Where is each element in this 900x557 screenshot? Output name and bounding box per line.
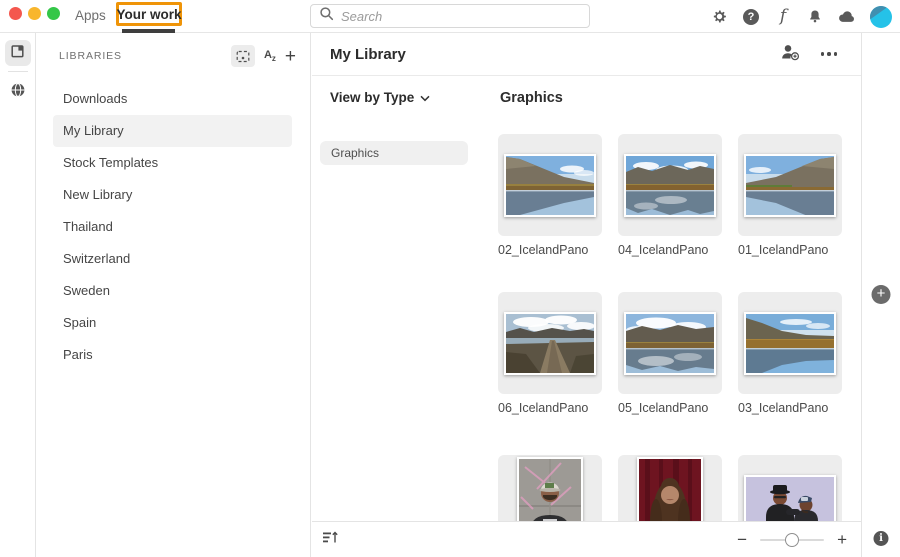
item-label: 03_IcelandPano [738,401,842,415]
creative-cloud-app-window: Apps Your work ? f [0,0,900,557]
help-icon[interactable]: ? [742,8,760,26]
sidebar-item-downloads[interactable]: Downloads [53,83,292,115]
sidebar-item-paris[interactable]: Paris [53,339,292,371]
thumbnail-iceland-pano-06 [504,312,596,375]
add-library-button[interactable]: + [285,47,296,66]
sidebar-item-switzerland[interactable]: Switzerland [53,243,292,275]
thumbnail-iceland-pano-02 [504,154,596,217]
sidebar-item-stock-templates[interactable]: Stock Templates [53,147,292,179]
library-title: My Library [330,46,406,63]
sidebar-item-spain[interactable]: Spain [53,307,292,339]
invite-collaborators-icon[interactable] [780,43,801,66]
library-item-card[interactable]: 04_IcelandPano [618,134,722,257]
thumbnail-iceland-pano-04 [624,154,716,217]
thumbnail-iceland-pano-05 [624,312,716,375]
chevron-down-icon [420,90,430,105]
library-main-panel: My Library View by Type Graphics Graphic… [312,33,861,557]
active-tab-underline [122,29,175,33]
view-by-dropdown[interactable]: View by Type [330,90,430,105]
item-label: 04_IcelandPano [618,243,722,257]
title-bar: Apps Your work ? f [0,0,900,33]
sidebar-item-my-library[interactable]: My Library [53,115,292,147]
type-filter-graphics[interactable]: Graphics [320,141,468,165]
bottom-toolbar: − + [312,521,861,557]
library-item-card[interactable]: 02_IcelandPano [498,134,602,257]
panel-view-toggle-button[interactable] [231,45,255,67]
search-icon [319,6,334,26]
item-label: 05_IcelandPano [618,401,722,415]
zoom-out-button[interactable]: − [737,531,747,548]
item-label: 01_IcelandPano [738,243,842,257]
close-window-button[interactable] [9,7,22,20]
minimize-window-button[interactable] [28,7,41,20]
item-label: 02_IcelandPano [498,243,602,257]
annotation-highlight-box: Your work [116,2,182,26]
library-item-card[interactable]: 03_IcelandPano [738,292,842,415]
library-item-card[interactable]: 05_IcelandPano [618,292,722,415]
tab-your-work[interactable]: Your work [117,7,182,22]
sidebar-item-new-library[interactable]: New Library [53,179,292,211]
settings-gear-icon[interactable] [710,8,728,26]
more-options-icon[interactable] [821,52,838,56]
slider-knob[interactable] [785,533,799,547]
library-header: My Library [312,33,861,76]
adobe-fonts-icon[interactable]: f [774,8,792,26]
sidebar-item-thailand[interactable]: Thailand [53,211,292,243]
sort-az-button[interactable]: Az [264,49,276,63]
zoom-in-button[interactable]: + [837,531,847,548]
tab-apps[interactable]: Apps [75,0,106,32]
item-label: 06_IcelandPano [498,401,602,415]
sort-order-icon[interactable] [322,530,339,550]
library-item-card[interactable]: 06_IcelandPano [498,292,602,415]
thumbnail-iceland-pano-03 [744,312,836,375]
thumbnail-size-slider[interactable] [760,539,824,541]
libraries-sidebar: LIBRARIES Az + Downloads My Library Stoc… [37,33,311,557]
search-input[interactable] [341,9,581,24]
rail-stock-button[interactable] [5,79,31,105]
rail-libraries-button[interactable] [5,40,31,66]
section-title-graphics: Graphics [500,90,563,106]
right-rail: + i [861,33,900,557]
info-button[interactable]: i [874,531,889,546]
sidebar-title: LIBRARIES [59,50,122,62]
libraries-list: Downloads My Library Stock Templates New… [37,83,310,371]
thumbnail-iceland-pano-01 [744,154,836,217]
left-icon-rail [0,33,36,557]
libraries-icon [10,43,26,64]
add-content-button[interactable]: + [872,285,891,304]
zoom-window-button[interactable] [47,7,60,20]
globe-icon [10,82,26,103]
rail-divider [8,71,28,72]
search-bar[interactable] [310,4,590,28]
account-avatar[interactable] [870,6,892,28]
notifications-bell-icon[interactable] [806,8,824,26]
sidebar-item-sweden[interactable]: Sweden [53,275,292,307]
library-item-card[interactable]: 01_IcelandPano [738,134,842,257]
creative-cloud-sync-icon[interactable] [838,8,856,26]
sidebar-header: LIBRARIES Az + [37,33,310,79]
